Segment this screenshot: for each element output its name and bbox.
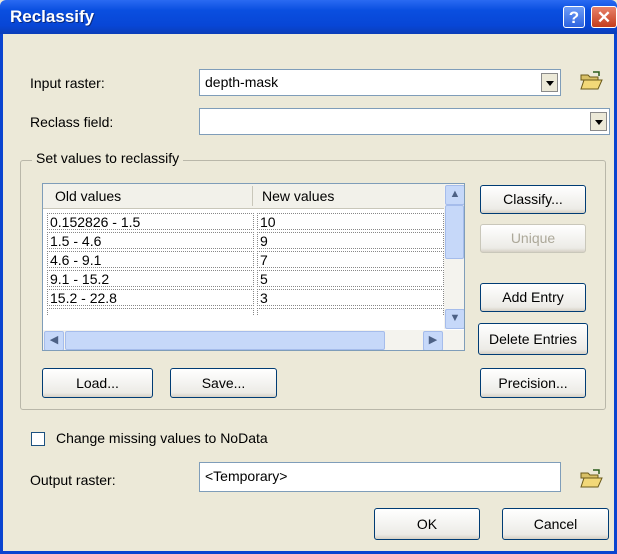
horizontal-scroll-thumb[interactable] bbox=[65, 331, 385, 350]
table-row[interactable]: 1.5 - 4.6 9 bbox=[47, 232, 444, 251]
input-raster-value: depth-mask bbox=[205, 74, 279, 90]
old-value-cell[interactable]: 9.1 - 15.2 bbox=[47, 270, 254, 287]
table-header: Old values New values bbox=[43, 184, 444, 209]
scroll-down-icon[interactable]: ▼ bbox=[445, 309, 464, 329]
input-raster-combo[interactable]: depth-mask bbox=[199, 69, 561, 96]
precision-button[interactable]: Precision... bbox=[480, 368, 586, 398]
scroll-right-icon[interactable]: ▶ bbox=[423, 331, 443, 350]
close-icon[interactable]: ✕ bbox=[591, 6, 617, 28]
window-title: Reclassify bbox=[10, 7, 95, 26]
table-row[interactable]: 0.152826 - 1.5 10 bbox=[47, 213, 444, 232]
folder-open-icon[interactable] bbox=[579, 70, 603, 92]
new-value-cell[interactable]: 5 bbox=[257, 270, 444, 287]
save-button[interactable]: Save... bbox=[170, 368, 277, 398]
column-header-new[interactable]: New values bbox=[262, 188, 334, 204]
old-value-cell-partial bbox=[47, 308, 254, 316]
vertical-scrollbar[interactable]: ▲ ▼ bbox=[444, 184, 464, 329]
new-value-cell-partial bbox=[257, 308, 444, 316]
column-header-old[interactable]: Old values bbox=[55, 188, 121, 204]
new-value-cell[interactable]: 3 bbox=[257, 289, 444, 306]
new-value-cell[interactable]: 7 bbox=[257, 251, 444, 268]
title-bar[interactable]: Reclassify ? ✕ bbox=[0, 0, 617, 34]
table-row-partial bbox=[47, 308, 444, 316]
output-raster-label: Output raster: bbox=[30, 472, 116, 488]
chevron-down-icon[interactable] bbox=[590, 112, 607, 131]
load-button[interactable]: Load... bbox=[42, 368, 153, 398]
reclass-field-label: Reclass field: bbox=[30, 114, 114, 130]
old-value-cell[interactable]: 1.5 - 4.6 bbox=[47, 232, 254, 249]
horizontal-scrollbar[interactable]: ◀ ▶ bbox=[43, 330, 464, 350]
table-row[interactable]: 9.1 - 15.2 5 bbox=[47, 270, 444, 289]
output-raster-field[interactable]: <Temporary> bbox=[199, 462, 561, 492]
help-icon[interactable]: ? bbox=[563, 6, 585, 28]
chevron-down-icon[interactable] bbox=[541, 73, 558, 92]
new-value-cell[interactable]: 9 bbox=[257, 232, 444, 249]
reclassify-dialog: Reclassify ? ✕ Input raster: depth-mask … bbox=[0, 0, 617, 554]
missing-nodata-checkbox[interactable] bbox=[31, 432, 45, 446]
delete-entries-button[interactable]: Delete Entries bbox=[478, 323, 588, 355]
table-row[interactable]: 15.2 - 22.8 3 bbox=[47, 289, 444, 308]
new-value-cell[interactable]: 10 bbox=[257, 213, 444, 230]
window-frame-left bbox=[0, 34, 3, 554]
missing-nodata-label[interactable]: Change missing values to NoData bbox=[56, 430, 268, 446]
input-raster-label: Input raster: bbox=[30, 75, 105, 91]
scroll-left-icon[interactable]: ◀ bbox=[44, 331, 64, 350]
reclass-field-combo[interactable] bbox=[199, 108, 610, 135]
group-legend: Set values to reclassify bbox=[32, 150, 184, 166]
classify-button[interactable]: Classify... bbox=[480, 185, 586, 214]
output-raster-value: <Temporary> bbox=[205, 468, 288, 484]
unique-button[interactable]: Unique bbox=[480, 224, 586, 253]
old-value-cell[interactable]: 0.152826 - 1.5 bbox=[47, 213, 254, 230]
add-entry-button[interactable]: Add Entry bbox=[480, 283, 586, 312]
scroll-up-icon[interactable]: ▲ bbox=[445, 185, 464, 205]
old-value-cell[interactable]: 4.6 - 9.1 bbox=[47, 251, 254, 268]
ok-button[interactable]: OK bbox=[374, 508, 480, 540]
reclass-table[interactable]: Old values New values 0.152826 - 1.5 10 … bbox=[42, 183, 465, 351]
table-row[interactable]: 4.6 - 9.1 7 bbox=[47, 251, 444, 270]
folder-open-icon[interactable] bbox=[579, 468, 603, 490]
cancel-button[interactable]: Cancel bbox=[502, 508, 609, 540]
old-value-cell[interactable]: 15.2 - 22.8 bbox=[47, 289, 254, 306]
vertical-scroll-thumb[interactable] bbox=[445, 205, 464, 259]
column-divider bbox=[252, 186, 253, 206]
